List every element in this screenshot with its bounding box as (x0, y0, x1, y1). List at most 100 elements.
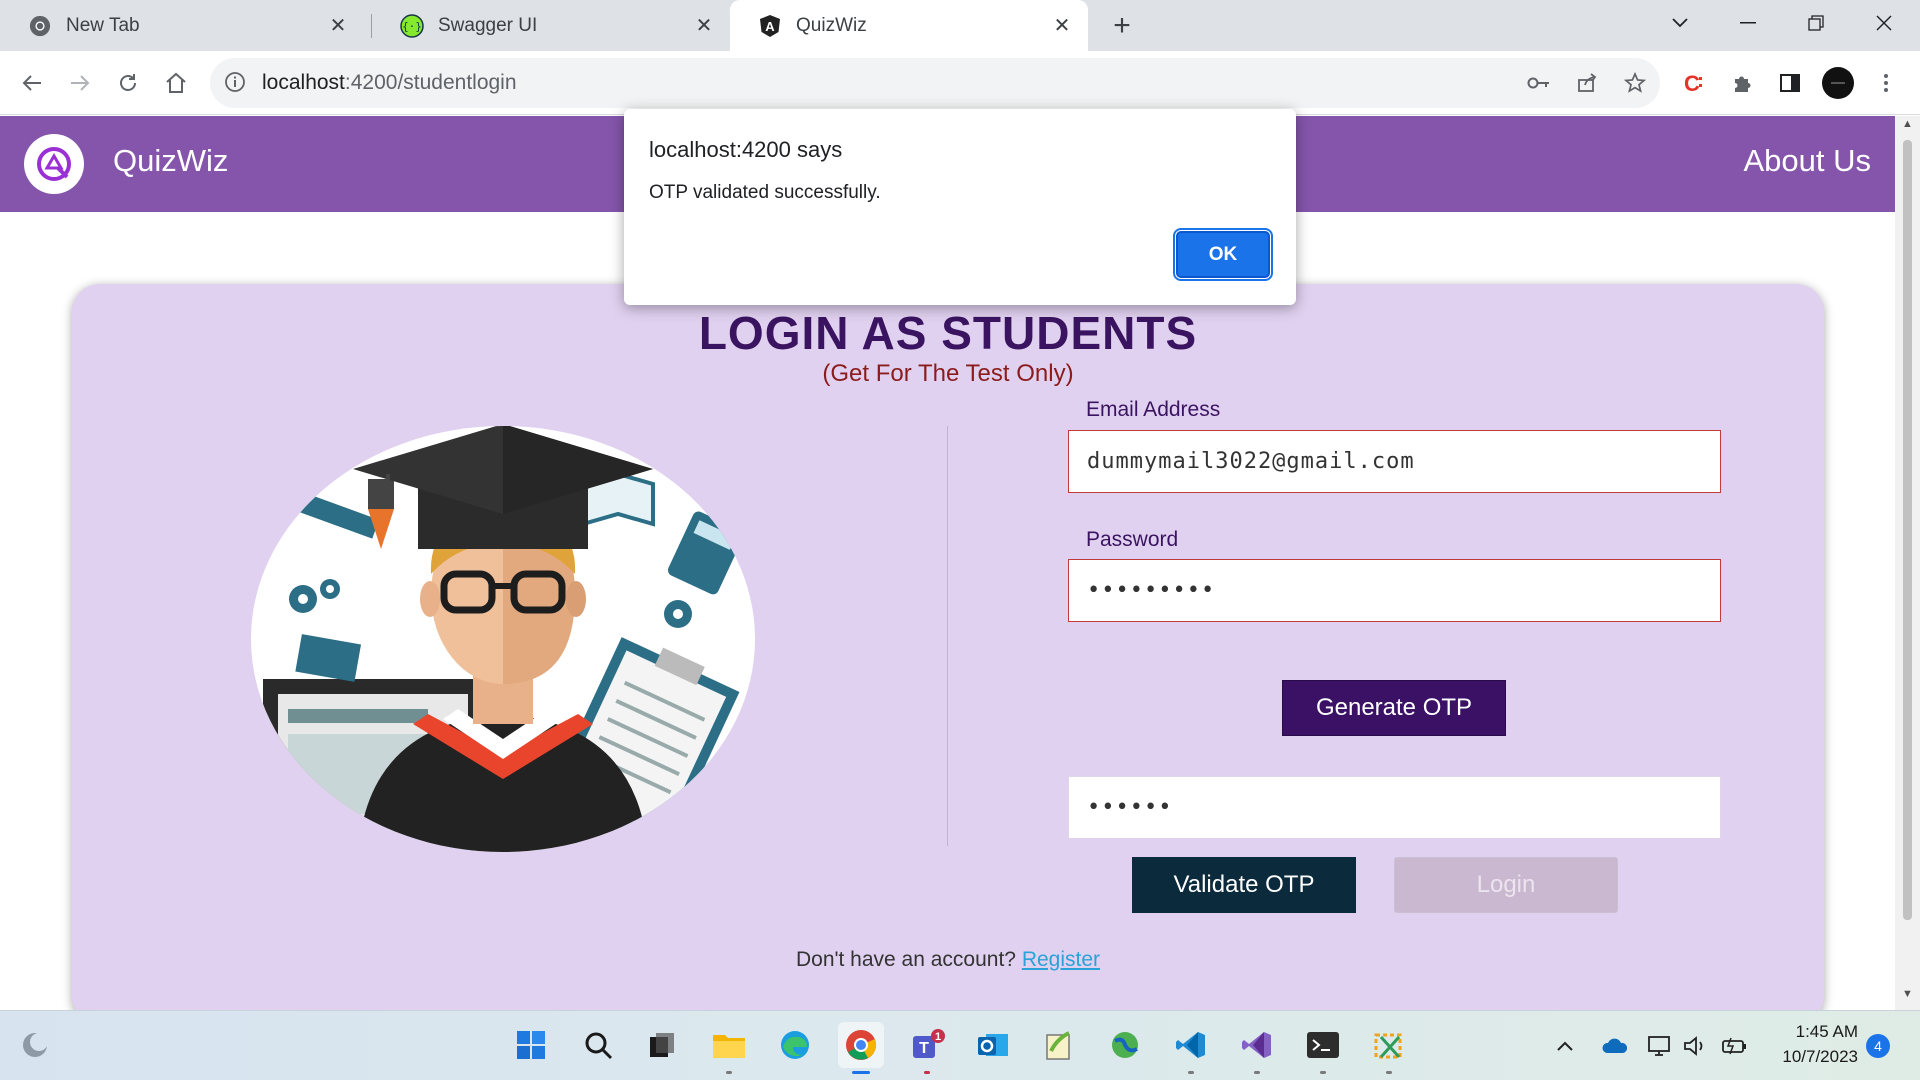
show-hidden-icons-chevron-icon[interactable] (1550, 1031, 1580, 1061)
tab-label: New Tab (66, 14, 140, 36)
password-label: Password (1086, 528, 1179, 551)
back-icon[interactable] (12, 63, 52, 103)
scroll-down-icon[interactable]: ▼ (1895, 988, 1920, 1008)
forward-icon[interactable] (60, 63, 100, 103)
column-divider (947, 426, 948, 846)
tab-label: Swagger UI (438, 14, 538, 36)
tab-new-tab[interactable]: New Tab ✕ (0, 0, 364, 51)
home-icon[interactable] (156, 63, 196, 103)
running-indicator (726, 1071, 732, 1074)
clock-date: 10/7/2023 (1782, 1047, 1858, 1066)
teams-icon[interactable]: T1 (904, 1022, 950, 1074)
brand-name[interactable]: QuizWiz (113, 143, 228, 179)
running-indicator (924, 1071, 930, 1074)
restore-icon[interactable] (1782, 0, 1850, 45)
globe-app-icon[interactable] (1102, 1022, 1148, 1068)
scroll-up-icon[interactable]: ▲ (1895, 118, 1920, 138)
close-window-icon[interactable] (1850, 0, 1918, 45)
url-host: localhost (262, 71, 345, 94)
login-button[interactable]: Login (1394, 857, 1618, 913)
email-label: Email Address (1086, 398, 1221, 421)
snipping-tool-icon[interactable] (1366, 1022, 1412, 1074)
reload-icon[interactable] (108, 63, 148, 103)
volume-icon[interactable] (1681, 1031, 1711, 1061)
visual-studio-icon[interactable] (1234, 1022, 1280, 1074)
address-url: localhost:4200/studentlogin (262, 71, 517, 95)
side-panel-icon[interactable] (1770, 63, 1810, 103)
swagger-icon: {·} (400, 13, 424, 38)
extensions-puzzle-icon[interactable] (1722, 63, 1762, 103)
svg-text:T: T (919, 1040, 929, 1057)
network-icon[interactable] (1645, 1031, 1675, 1061)
notification-badge[interactable]: 4 (1866, 1034, 1890, 1058)
password-key-icon[interactable] (1519, 63, 1559, 103)
onedrive-cloud-icon[interactable] (1600, 1031, 1630, 1061)
running-indicator (1320, 1071, 1326, 1074)
dialog-message: OTP validated successfully. (649, 182, 881, 203)
minimize-icon[interactable] (1714, 0, 1782, 45)
active-indicator (852, 1071, 870, 1074)
profile-avatar[interactable] (1818, 63, 1858, 103)
bookmark-star-icon[interactable] (1615, 63, 1655, 103)
page-subtitle: (Get For The Test Only) (822, 360, 1074, 387)
outlook-icon[interactable] (970, 1022, 1016, 1068)
otp-field[interactable]: •••••• (1068, 776, 1721, 839)
task-view-icon[interactable] (639, 1022, 685, 1068)
file-explorer-icon[interactable] (706, 1022, 752, 1074)
page-title: LOGIN AS STUDENTS (698, 307, 1198, 359)
url-path: :4200/studentlogin (344, 71, 517, 94)
scroll-thumb[interactable] (1903, 140, 1912, 920)
new-tab-button[interactable]: + (1105, 9, 1139, 43)
page-scrollbar[interactable]: ▲ ▼ (1895, 116, 1920, 1010)
tab-swagger-ui[interactable]: {·} Swagger UI ✕ (372, 0, 730, 51)
tab-label: QuizWiz (796, 14, 867, 36)
widgets-weather-icon[interactable] (12, 1022, 58, 1068)
clock-time: 1:45 AM (1795, 1022, 1858, 1041)
svg-text:A: A (765, 19, 775, 34)
extension-c-icon[interactable]: C (1674, 63, 1714, 103)
close-icon[interactable]: ✕ (692, 13, 716, 38)
register-link[interactable]: Register (1022, 948, 1100, 971)
no-account-text: Don't have an account? (795, 948, 1016, 971)
dialog-ok-button[interactable]: OK (1173, 228, 1273, 281)
share-icon[interactable] (1567, 63, 1607, 103)
svg-text:{·}: {·} (402, 20, 422, 33)
start-windows-icon[interactable] (508, 1022, 554, 1068)
close-icon[interactable]: ✕ (1050, 13, 1074, 38)
menu-kebab-icon[interactable] (1866, 63, 1906, 103)
battery-icon[interactable] (1720, 1031, 1750, 1061)
graduate-illustration (251, 426, 755, 852)
close-icon[interactable]: ✕ (326, 13, 350, 38)
terminal-icon[interactable] (1300, 1022, 1346, 1074)
email-field[interactable]: dummymail3022@gmail.com (1068, 430, 1721, 493)
search-icon[interactable] (575, 1022, 621, 1068)
chrome-taskbar-icon[interactable] (838, 1022, 884, 1074)
system-clock[interactable]: 1:45 AM 10/7/2023 (1766, 1019, 1858, 1069)
edge-browser-icon[interactable] (772, 1022, 818, 1068)
browser-toolbar: localhost:4200/studentlogin C (0, 51, 1920, 115)
angular-icon: A (758, 14, 782, 38)
login-card: LOGIN AS STUDENTS (Get For The Test Only… (72, 284, 1824, 1010)
alert-dialog: localhost:4200 says OTP validated succes… (624, 109, 1296, 305)
generate-otp-button[interactable]: Generate OTP (1282, 680, 1506, 736)
running-indicator (1386, 1071, 1392, 1074)
validate-otp-button[interactable]: Validate OTP (1132, 857, 1356, 913)
svg-text:C: C (1684, 71, 1700, 95)
teams-badge: 1 (935, 1031, 941, 1043)
tab-search-icon[interactable] (1646, 0, 1714, 45)
running-indicator (1188, 1071, 1194, 1074)
vscode-icon[interactable] (1168, 1022, 1214, 1074)
notepad-plus-icon[interactable] (1036, 1022, 1082, 1068)
site-info-icon[interactable] (224, 71, 248, 95)
chrome-icon (28, 14, 52, 38)
windows-taskbar: T1 1:45 AM 10/7/2023 4 (0, 1010, 1920, 1080)
tab-quizwiz[interactable]: A QuizWiz ✕ (730, 0, 1088, 51)
about-us-link[interactable]: About Us (1743, 143, 1871, 179)
quizwiz-logo-icon[interactable] (24, 134, 84, 194)
password-field[interactable]: ••••••••• (1068, 559, 1721, 622)
address-bar[interactable]: localhost:4200/studentlogin (210, 58, 1660, 108)
register-prompt: Don't have an account? Register (72, 948, 1824, 972)
running-indicator (1254, 1071, 1260, 1074)
dialog-title: localhost:4200 says (649, 137, 843, 162)
tab-strip: New Tab ✕ {·} Swagger UI ✕ A QuizWiz ✕ + (0, 0, 1920, 51)
